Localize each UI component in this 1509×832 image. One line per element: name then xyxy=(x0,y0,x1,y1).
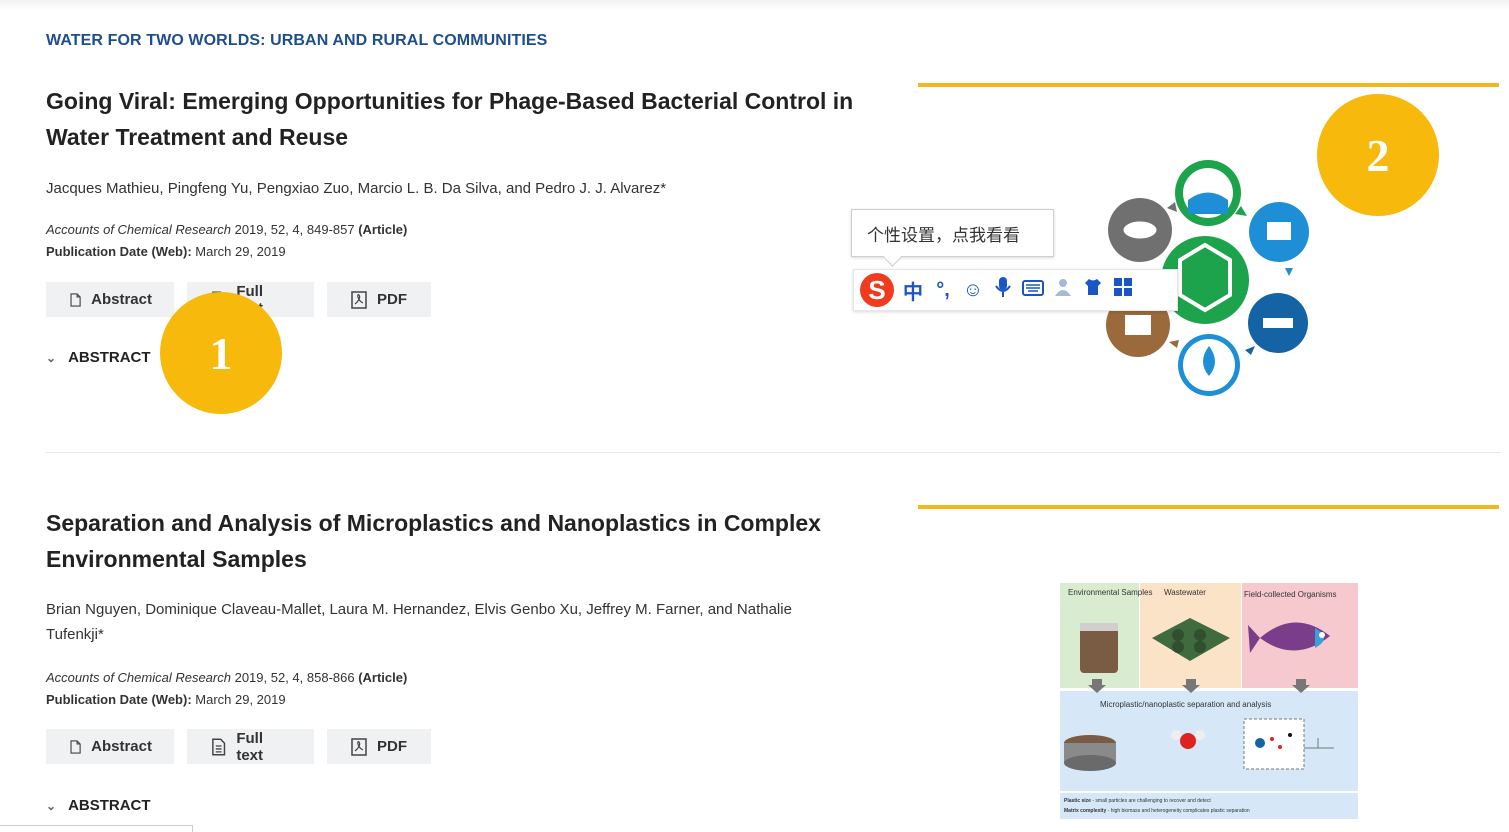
graphic-col3-label: Field-collected Organisms xyxy=(1244,590,1336,599)
citation-details: 2019, 52, 4, 849-857 xyxy=(230,222,359,237)
graphic-accent-line xyxy=(918,83,1499,87)
abstract-toggle-label: ABSTRACT xyxy=(68,797,151,814)
article-authors: Brian Nguyen, Dominique Claveau-Mallet, … xyxy=(46,601,792,643)
article-title[interactable]: Going Viral: Emerging Opportunities for … xyxy=(46,83,906,155)
pdf-icon xyxy=(351,290,367,309)
emoji-icon[interactable]: ☺ xyxy=(962,279,984,302)
article-title[interactable]: Separation and Analysis of Microplastics… xyxy=(46,505,906,577)
microphone-icon[interactable] xyxy=(992,276,1014,304)
chevron-down-icon: ⌄ xyxy=(46,350,57,365)
user-icon[interactable] xyxy=(1052,277,1074,303)
abstract-toggle-label: ABSTRACT xyxy=(68,349,151,366)
article-type: (Article) xyxy=(358,670,408,685)
fulltext-button-label: Full text xyxy=(236,729,264,764)
abstract-button[interactable]: Abstract xyxy=(46,729,174,764)
top-shadow xyxy=(0,0,1509,10)
abstract-button[interactable]: Abstract xyxy=(46,282,174,317)
sogou-logo-icon[interactable]: S xyxy=(860,273,894,307)
graphic-note-1-text: - small particles are challenging to rec… xyxy=(1091,798,1211,804)
graphic-note-2-text: - high biomass and heterogeneity complic… xyxy=(1106,808,1250,814)
article-divider xyxy=(46,452,1500,453)
pubdate-label: Publication Date (Web): xyxy=(46,244,192,259)
article-type: (Article) xyxy=(358,222,408,237)
toolbox-grid-icon[interactable] xyxy=(1112,277,1134,303)
graphic-process-label: Microplastic/nanoplastic separation and … xyxy=(1100,700,1271,709)
journal-name: Accounts of Chemical Research xyxy=(46,670,231,685)
article-authors: Jacques Mathieu, Pingfeng Yu, Pengxiao Z… xyxy=(46,180,667,197)
pubdate-label: Publication Date (Web): xyxy=(46,692,192,707)
pubdate-value: March 29, 2019 xyxy=(191,244,286,259)
abstract-button-label: Abstract xyxy=(91,291,152,308)
annotation-badge-1: 1 xyxy=(160,292,282,414)
graphic-col1-label: Environmental Samples xyxy=(1068,588,1152,597)
fulltext-button[interactable]: Full text xyxy=(187,729,314,764)
document-icon xyxy=(70,739,81,754)
pubdate-value: March 29, 2019 xyxy=(191,692,286,707)
article-graphic[interactable]: Environmental Samples Wastewater Field-c… xyxy=(1060,583,1358,819)
section-heading: WATER FOR TWO WORLDS: URBAN AND RURAL CO… xyxy=(46,32,548,49)
chinese-mode-icon[interactable]: 中 xyxy=(902,276,924,305)
abstract-toggle[interactable]: ⌄ ABSTRACT xyxy=(46,349,151,366)
citation-details: 2019, 52, 4, 858-866 xyxy=(230,670,359,685)
graphic-col2-label: Wastewater xyxy=(1164,588,1206,597)
pdf-button-label: PDF xyxy=(377,738,407,755)
pdf-button[interactable]: PDF xyxy=(327,282,431,317)
pdf-icon xyxy=(351,737,367,756)
annotation-badge-2: 2 xyxy=(1317,94,1439,216)
text-document-icon xyxy=(212,738,226,755)
chevron-down-icon: ⌄ xyxy=(46,798,57,813)
document-icon xyxy=(70,292,81,307)
journal-name: Accounts of Chemical Research xyxy=(46,222,231,237)
abstract-button-label: Abstract xyxy=(91,738,152,755)
pdf-button[interactable]: PDF xyxy=(327,729,431,764)
punctuation-icon[interactable]: °, xyxy=(932,279,954,302)
article-citation: Accounts of Chemical Research 2019, 52, … xyxy=(46,219,407,263)
graphic-accent-line xyxy=(918,505,1499,509)
ime-toolbar[interactable]: S 中 °, ☺ xyxy=(853,269,1178,311)
ime-settings-tooltip[interactable]: 个性设置，点我看看 xyxy=(851,209,1054,257)
graphic-note-1: Plastic size - small particles are chall… xyxy=(1064,798,1211,804)
graphic-note-2: Matrix complexity - high biomass and het… xyxy=(1064,808,1250,814)
keyboard-icon[interactable] xyxy=(1022,279,1044,302)
graphic-note-2-bold: Matrix complexity xyxy=(1064,808,1106,814)
pdf-button-label: PDF xyxy=(377,291,407,308)
skin-shirt-icon[interactable] xyxy=(1082,277,1104,303)
graphic-note-1-bold: Plastic size xyxy=(1064,798,1091,804)
abstract-toggle[interactable]: ⌄ ABSTRACT xyxy=(46,797,151,814)
article-citation: Accounts of Chemical Research 2019, 52, … xyxy=(46,667,407,711)
